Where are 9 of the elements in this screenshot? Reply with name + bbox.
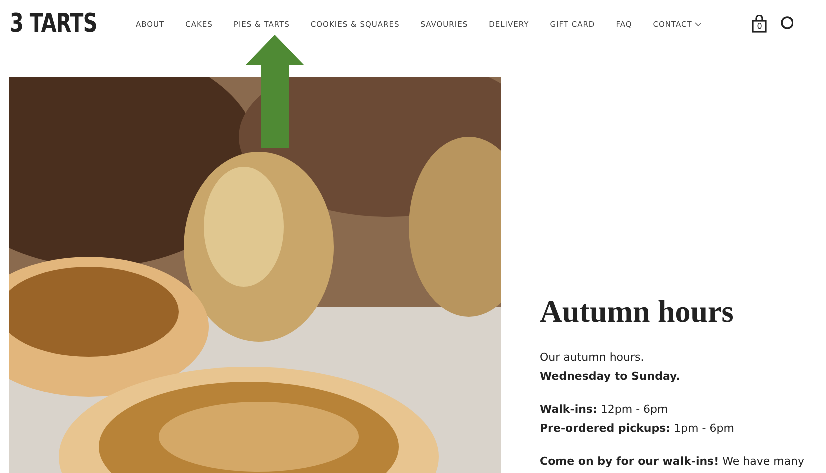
search-icon[interactable] bbox=[780, 16, 794, 32]
paragraph-line: Our autumn hours. bbox=[540, 350, 646, 366]
heading: Autumn hours bbox=[540, 294, 735, 330]
logo[interactable]: 3 TARTS bbox=[10, 9, 104, 39]
paragraph-line: Walk-ins: 12pm - 6pm bbox=[540, 402, 670, 418]
paragraph-line: Come on by for our walk-ins! We have many bbox=[540, 454, 805, 470]
paragraph-line: Pre-ordered pickups: 1pm - 6pm bbox=[540, 421, 736, 437]
paragraph-line: Wednesday to Sunday. bbox=[540, 369, 682, 385]
chevron-icon bbox=[695, 22, 702, 26]
